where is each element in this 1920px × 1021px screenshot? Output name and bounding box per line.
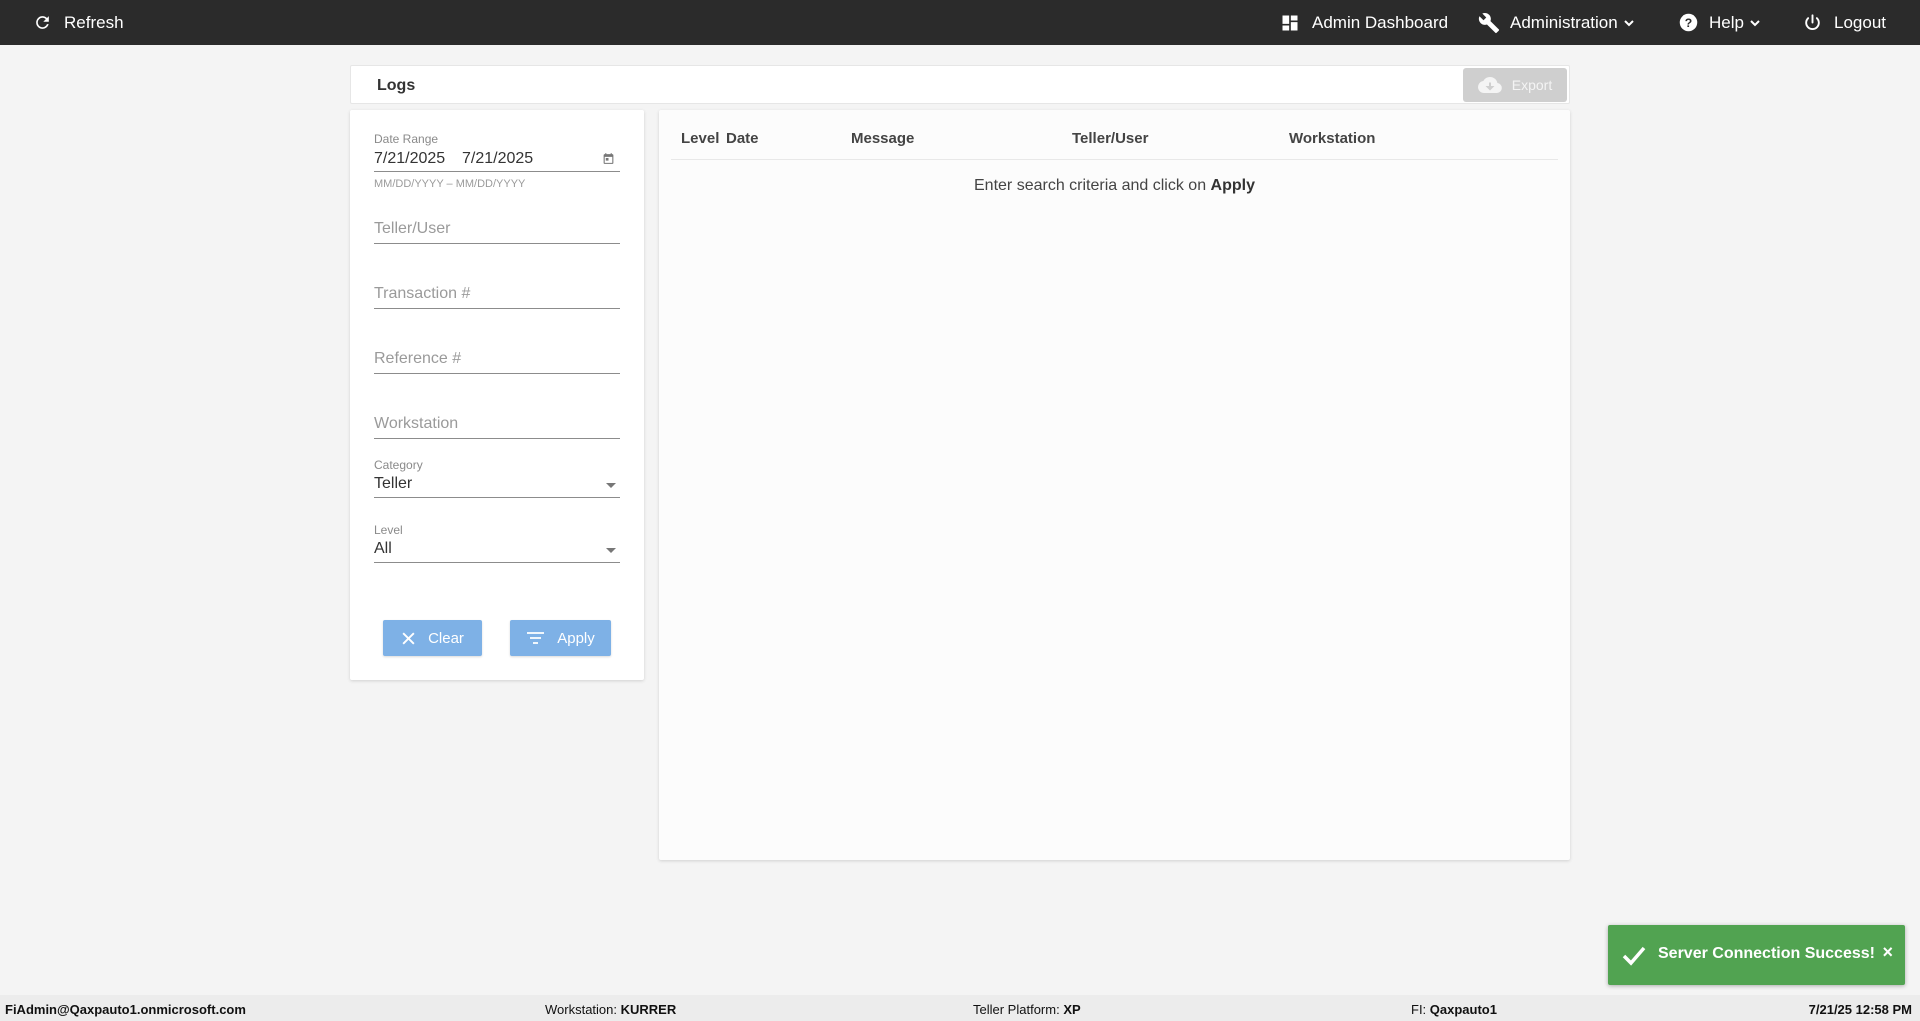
- refresh-label: Refresh: [64, 12, 124, 32]
- status-platform-label: Teller Platform:: [973, 1002, 1064, 1017]
- category-select[interactable]: Category Teller: [374, 458, 620, 498]
- success-toast: Server Connection Success! ×: [1608, 925, 1905, 985]
- svg-text:?: ?: [1685, 16, 1692, 30]
- reference-number-input[interactable]: Reference #: [374, 346, 620, 374]
- empty-state-emphasis: Apply: [1210, 177, 1255, 194]
- status-bar: FiAdmin@Qaxpauto1.onmicrosoft.com Workst…: [0, 995, 1920, 1021]
- check-icon: [1622, 946, 1646, 966]
- empty-state-message: Enter search criteria and click on Apply: [659, 177, 1570, 195]
- column-header-teller-user[interactable]: Teller/User: [1072, 130, 1148, 147]
- refresh-icon: [36, 16, 49, 29]
- calendar-icon[interactable]: [602, 152, 615, 165]
- logout-button[interactable]: Logout: [1803, 0, 1886, 45]
- teller-user-placeholder: Teller/User: [374, 216, 620, 244]
- column-header-date[interactable]: Date: [726, 130, 759, 147]
- results-panel: Level Date Message Teller/User Workstati…: [659, 110, 1570, 860]
- top-navigation-bar: Refresh Admin Dashboard Administration ?…: [0, 0, 1920, 45]
- chevron-down-icon: [1624, 19, 1634, 26]
- workstation-input[interactable]: Workstation: [374, 411, 620, 439]
- empty-state-text: Enter search criteria and click on: [974, 177, 1211, 194]
- export-button[interactable]: Export: [1463, 68, 1567, 102]
- category-value: Teller: [374, 475, 413, 492]
- transaction-placeholder: Transaction #: [374, 281, 620, 309]
- status-workstation-value: KURRER: [620, 1002, 677, 1017]
- transaction-number-input[interactable]: Transaction #: [374, 281, 620, 309]
- header-divider: [671, 159, 1558, 160]
- admin-dashboard-link[interactable]: Admin Dashboard: [1280, 0, 1448, 45]
- status-workstation: Workstation: KURRER: [545, 1002, 676, 1017]
- logout-label: Logout: [1834, 12, 1886, 32]
- clear-button[interactable]: Clear: [383, 620, 482, 656]
- help-menu[interactable]: ? Help: [1678, 0, 1761, 45]
- logs-header: Logs Export: [350, 65, 1570, 104]
- filter-icon: [527, 632, 545, 644]
- status-datetime-value: 7/21/25 12:58 PM: [1808, 1002, 1912, 1017]
- status-platform-value: XP: [1063, 1002, 1081, 1017]
- filter-panel: Date Range 7/21/2025 7/21/2025 MM/DD/YYY…: [350, 110, 644, 680]
- date-range-field[interactable]: Date Range 7/21/2025 7/21/2025 MM/DD/YYY…: [374, 132, 620, 190]
- column-header-message[interactable]: Message: [851, 130, 914, 147]
- teller-user-input[interactable]: Teller/User: [374, 216, 620, 244]
- toast-close-button[interactable]: ×: [1882, 942, 1893, 963]
- level-value: All: [374, 540, 392, 557]
- clear-label: Clear: [428, 629, 464, 647]
- dropdown-arrow-icon: [606, 483, 616, 488]
- refresh-button[interactable]: Refresh: [33, 0, 124, 45]
- wrench-icon: [1478, 12, 1500, 33]
- status-user-value: FiAdmin@Qaxpauto1.onmicrosoft.com: [5, 1002, 246, 1017]
- status-fi-value: Qaxpauto1: [1429, 1002, 1497, 1017]
- dashboard-icon: [1282, 15, 1298, 30]
- date-range-end[interactable]: 7/21/2025: [462, 150, 582, 168]
- date-range-label: Date Range: [374, 132, 439, 146]
- help-label: Help: [1709, 12, 1744, 32]
- category-label: Category: [374, 458, 423, 472]
- page-title: Logs: [377, 77, 416, 94]
- toast-message: Server Connection Success!: [1658, 945, 1875, 962]
- reference-placeholder: Reference #: [374, 346, 620, 374]
- status-workstation-label: Workstation:: [545, 1002, 621, 1017]
- workstation-placeholder: Workstation: [374, 411, 620, 439]
- date-range-start[interactable]: 7/21/2025: [374, 150, 462, 168]
- status-platform: Teller Platform: XP: [973, 1002, 1081, 1017]
- close-icon: [402, 631, 415, 645]
- apply-label: Apply: [557, 629, 595, 647]
- power-icon: [1805, 14, 1820, 30]
- help-icon: ?: [1679, 13, 1698, 32]
- status-user: FiAdmin@Qaxpauto1.onmicrosoft.com: [5, 1002, 246, 1017]
- admin-dashboard-label: Admin Dashboard: [1312, 12, 1449, 32]
- status-datetime: 7/21/25 12:58 PM: [1809, 1002, 1912, 1017]
- chevron-down-icon: [1750, 19, 1760, 26]
- status-fi-label: FI:: [1411, 1002, 1430, 1017]
- column-header-workstation[interactable]: Workstation: [1289, 130, 1375, 147]
- level-label: Level: [374, 523, 403, 537]
- administration-label: Administration: [1510, 12, 1618, 32]
- export-label: Export: [1511, 77, 1553, 93]
- cloud-download-icon: [1477, 76, 1502, 93]
- status-fi: FI: Qaxpauto1: [1411, 1002, 1497, 1017]
- column-header-level[interactable]: Level: [681, 130, 719, 147]
- level-select[interactable]: Level All: [374, 523, 620, 563]
- apply-button[interactable]: Apply: [510, 620, 611, 656]
- administration-menu[interactable]: Administration: [1478, 0, 1635, 45]
- date-format-hint: MM/DD/YYYY – MM/DD/YYYY: [374, 178, 526, 190]
- dropdown-arrow-icon: [606, 548, 616, 553]
